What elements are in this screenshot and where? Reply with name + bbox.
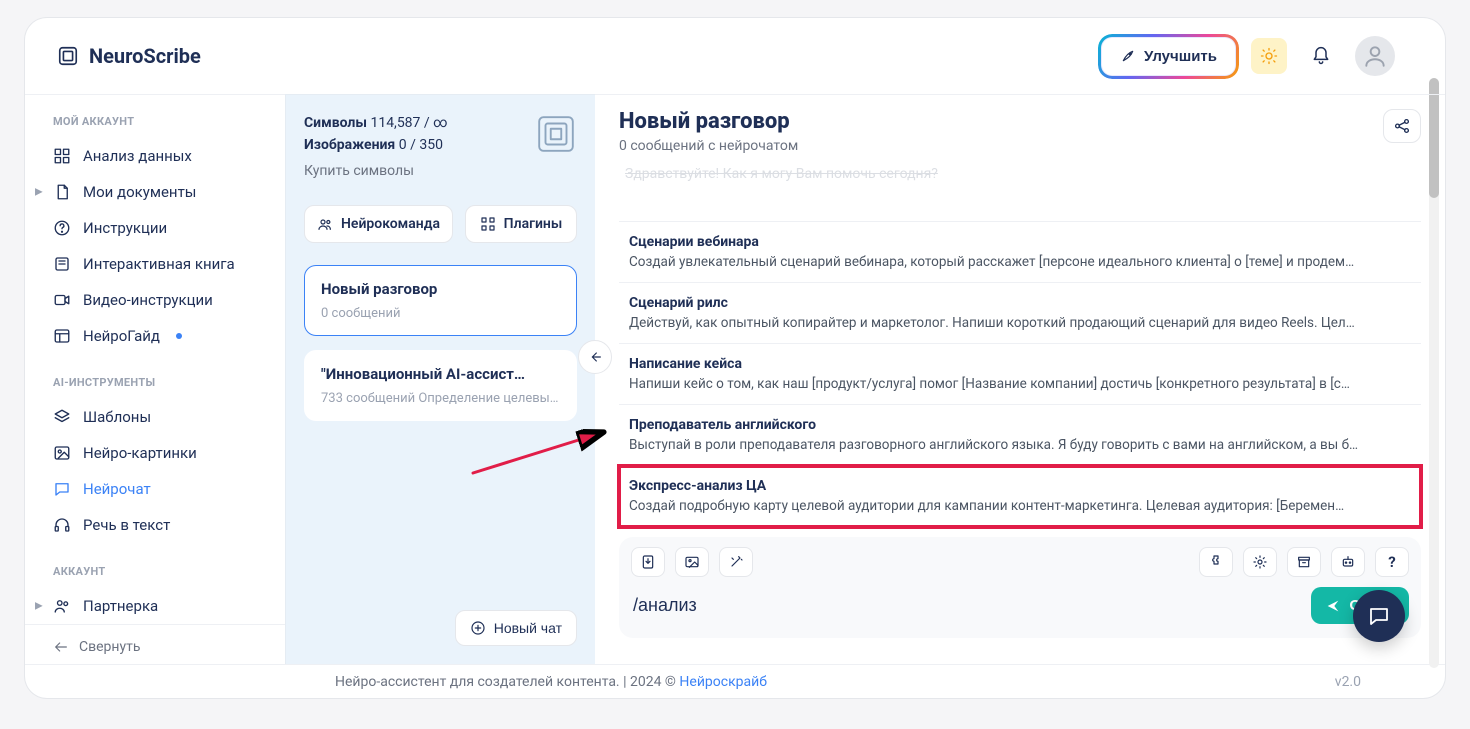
template-item-audience-analysis[interactable]: Экспресс-анализ ЦА Создай подробную карт… xyxy=(619,466,1421,527)
avatar[interactable] xyxy=(1355,36,1395,76)
sidebar-item-instructions[interactable]: Инструкции xyxy=(25,210,285,246)
template-item-reels[interactable]: Сценарий рилс Действуй, как опытный копи… xyxy=(619,283,1421,344)
plugins-icon xyxy=(480,216,496,232)
collapse-icon xyxy=(53,639,69,655)
archive-button[interactable] xyxy=(1287,547,1321,577)
composer: ? Отпра xyxy=(619,537,1421,638)
conversations-panel: Символы 114,587 / ∞ Изображения 0 / 350 … xyxy=(285,94,595,664)
tab-neuroteam[interactable]: Нейрокоманда xyxy=(304,205,453,243)
buy-symbols-link[interactable]: Купить символы xyxy=(304,163,414,179)
new-chat-button[interactable]: Новый чат xyxy=(455,610,577,646)
sidebar: МОЙ АККАУНТ Анализ данных ▶ Мои документ… xyxy=(25,94,285,664)
template-list: Сценарии вебинара Создай увлекательный с… xyxy=(619,221,1421,527)
new-badge-dot xyxy=(176,333,182,339)
footer: Нейро-ассистент для создателей контента.… xyxy=(25,664,1445,698)
puzzle-icon xyxy=(1208,554,1224,570)
sidebar-section-ai: AI-ИНСТРУМЕНТЫ xyxy=(25,368,285,399)
sidebar-collapse[interactable]: Свернуть xyxy=(25,624,285,669)
tab-plugins[interactable]: Плагины xyxy=(465,205,577,243)
upgrade-button[interactable]: Улучшить xyxy=(1102,38,1235,75)
book-icon xyxy=(53,255,71,273)
chat-title: Новый разговор xyxy=(619,109,798,134)
attach-button[interactable] xyxy=(631,547,665,577)
version-text: v2.0 xyxy=(1335,674,1361,690)
sidebar-item-templates[interactable]: Шаблоны xyxy=(25,399,285,435)
plus-circle-icon xyxy=(470,620,486,636)
bell-icon xyxy=(1311,46,1331,66)
sidebar-item-speech[interactable]: Речь в текст xyxy=(25,507,285,543)
template-item-english[interactable]: Преподаватель английского Выступай в рол… xyxy=(619,405,1421,466)
image-small-icon xyxy=(684,554,700,570)
header: NeuroScribe Улучшить xyxy=(25,18,1445,94)
template-item-webinar[interactable]: Сценарии вебинара Создай увлекательный с… xyxy=(619,222,1421,283)
sidebar-item-documents[interactable]: ▶ Мои документы xyxy=(25,174,285,210)
caret-icon: ▶ xyxy=(35,187,43,198)
greeting-text: Здравствуйте! Как я могу Вам помочь сего… xyxy=(619,158,1421,191)
chat-icon xyxy=(53,480,71,498)
share-button[interactable] xyxy=(1383,109,1421,143)
layers-icon xyxy=(53,408,71,426)
chat-bubble-icon xyxy=(1367,604,1391,628)
settings-button[interactable] xyxy=(1243,547,1277,577)
app-window: NeuroScribe Улучшить МОЙ АККАУНТ xyxy=(25,18,1445,698)
sidebar-item-partners[interactable]: ▶ Партнерка xyxy=(25,588,285,624)
notifications-button[interactable] xyxy=(1303,38,1339,74)
image-icon xyxy=(53,444,71,462)
brand-text: NeuroScribe xyxy=(89,44,201,68)
document-icon xyxy=(53,183,71,201)
robot-button[interactable] xyxy=(1331,547,1365,577)
logo-mark-icon xyxy=(535,113,577,155)
conversation-item[interactable]: "Инновационный AI-ассист… 733 сообщений … xyxy=(304,350,577,421)
sidebar-section-acct: АККАУНТ xyxy=(25,557,285,588)
image-button[interactable] xyxy=(675,547,709,577)
chat-subtitle: 0 сообщений с нейрочатом xyxy=(619,138,798,154)
sidebar-item-book[interactable]: Интерактивная книга xyxy=(25,246,285,282)
panel-collapse-button[interactable] xyxy=(578,340,612,374)
plugin-button[interactable] xyxy=(1199,547,1233,577)
sidebar-item-video[interactable]: Видео-инструкции xyxy=(25,282,285,318)
video-icon xyxy=(53,291,71,309)
sun-icon xyxy=(1260,47,1278,65)
users-icon xyxy=(53,597,71,615)
theme-toggle[interactable] xyxy=(1251,38,1287,74)
arrow-left-icon xyxy=(587,349,603,365)
caret-icon: ▶ xyxy=(35,601,43,612)
attach-icon xyxy=(640,554,656,570)
brand[interactable]: NeuroScribe xyxy=(57,44,201,68)
archive-icon xyxy=(1296,554,1312,570)
rocket-icon xyxy=(1120,48,1136,64)
sidebar-section-account: МОЙ АККАУНТ xyxy=(25,107,285,138)
footer-link[interactable]: Нейроскрайб xyxy=(679,674,767,690)
gear-icon xyxy=(1252,554,1268,570)
brand-logo-icon xyxy=(57,45,79,67)
sidebar-item-neuroguide[interactable]: НейроГайд xyxy=(25,318,285,354)
conversation-item[interactable]: Новый разговор 0 сообщений xyxy=(304,265,577,336)
sidebar-item-images[interactable]: Нейро-картинки xyxy=(25,435,285,471)
robot-icon xyxy=(1340,554,1356,570)
share-icon xyxy=(1393,117,1411,135)
layout-icon xyxy=(53,327,71,345)
wand-icon xyxy=(728,554,744,570)
support-chat-fab[interactable] xyxy=(1353,590,1405,642)
template-item-case[interactable]: Написание кейса Напиши кейс о том, как н… xyxy=(619,344,1421,405)
sidebar-item-analytics[interactable]: Анализ данных xyxy=(25,138,285,174)
send-icon xyxy=(1325,598,1341,614)
help-icon xyxy=(53,219,71,237)
sidebar-item-neurochat[interactable]: Нейрочат xyxy=(25,471,285,507)
headphones-icon xyxy=(53,516,71,534)
chat-main: Новый разговор 0 сообщений с нейрочатом … xyxy=(595,94,1445,664)
magic-button[interactable] xyxy=(719,547,753,577)
user-icon xyxy=(1362,43,1388,69)
help-button[interactable]: ? xyxy=(1375,547,1409,577)
chat-input[interactable] xyxy=(631,589,1299,622)
team-icon xyxy=(317,216,333,232)
grid-icon xyxy=(53,147,71,165)
